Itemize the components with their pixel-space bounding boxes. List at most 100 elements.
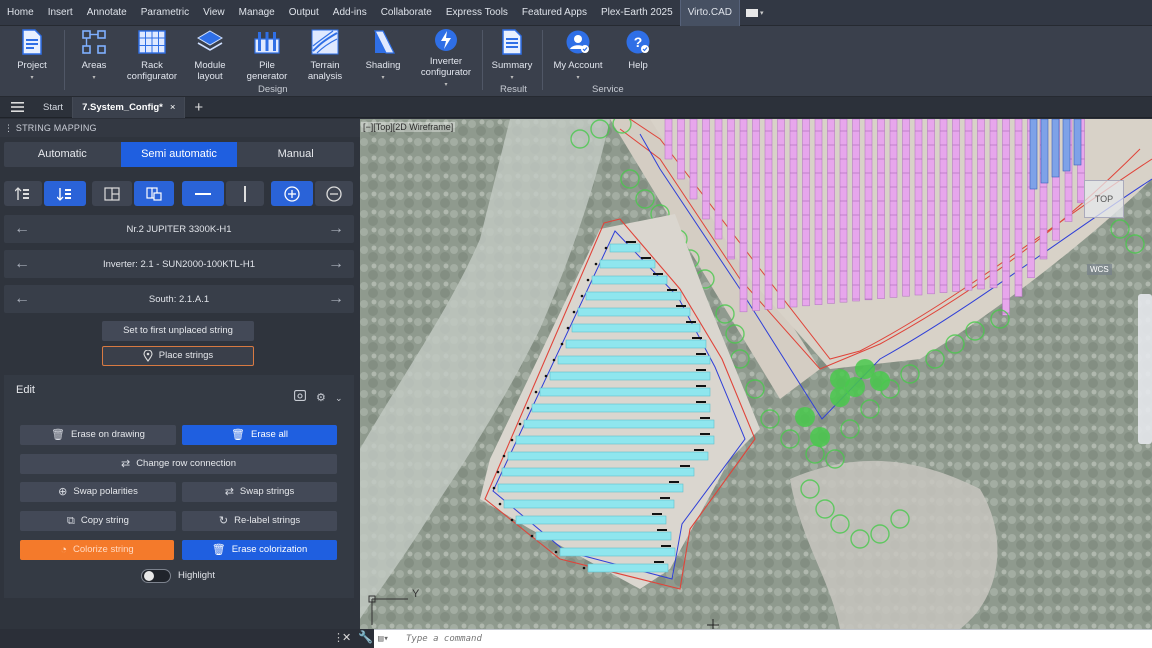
rack-configurator-button[interactable]: Rack configurator bbox=[122, 26, 182, 88]
menu-plex-earth[interactable]: Plex-Earth 2025 bbox=[594, 0, 680, 26]
inverter-configurator-button[interactable]: Inverter configurator ▾ bbox=[416, 26, 476, 88]
pink-module-strip bbox=[777, 119, 785, 309]
svg-text:?: ? bbox=[634, 34, 643, 50]
swap-polarities-button[interactable]: ⊕ Swap polarities bbox=[20, 482, 176, 502]
edit-title: Edit bbox=[16, 384, 35, 396]
viewport-label[interactable]: [−][Top][2D Wireframe] bbox=[361, 122, 456, 132]
relabel-strings-button[interactable]: ↻ Re-label strings bbox=[182, 511, 337, 531]
string-endpoint bbox=[544, 374, 548, 378]
string-endpoint bbox=[498, 502, 502, 506]
inverter-model-selector: ← Nr.2 JUPITER 3300K-H1 → bbox=[4, 215, 354, 243]
set-first-unplaced-string-button[interactable]: Set to first unplaced string bbox=[102, 321, 254, 341]
refresh-icon: ↻ bbox=[218, 515, 229, 527]
horizontal-orientation-button[interactable] bbox=[182, 181, 224, 206]
command-history-icon[interactable]: ▤▾ bbox=[378, 633, 402, 645]
my-account-button[interactable]: My Account ▾ bbox=[550, 26, 606, 88]
cyan-module-row bbox=[507, 451, 709, 461]
cyan-module-row bbox=[587, 563, 669, 573]
string-marker bbox=[696, 401, 706, 403]
close-icon[interactable]: × bbox=[170, 102, 176, 113]
module-layout-button[interactable]: Module layout bbox=[188, 26, 232, 88]
vertical-orientation-button[interactable] bbox=[226, 181, 264, 206]
add-button[interactable] bbox=[271, 181, 313, 206]
mode-semi-automatic[interactable]: Semi automatic bbox=[120, 142, 238, 167]
place-strings-button[interactable]: Place strings bbox=[102, 346, 254, 366]
command-line[interactable]: ▤▾ bbox=[374, 629, 1152, 648]
layout-columns-button[interactable] bbox=[134, 181, 174, 206]
mode-automatic[interactable]: Automatic bbox=[4, 142, 121, 167]
sort-ascending-button[interactable] bbox=[4, 181, 42, 206]
app-window: Home Insert Annotate Parametric View Man… bbox=[0, 0, 1152, 648]
chevron-down-icon: ▾ bbox=[576, 75, 580, 81]
menu-hamburger-icon[interactable] bbox=[0, 102, 34, 112]
cyan-module-row bbox=[501, 467, 695, 477]
menu-add-ins[interactable]: Add-ins bbox=[326, 0, 374, 26]
wrench-icon[interactable]: 🔧 bbox=[358, 630, 373, 644]
arrow-right-icon[interactable]: → bbox=[328, 221, 344, 237]
command-input[interactable] bbox=[406, 634, 1106, 644]
arrow-right-icon[interactable]: → bbox=[328, 291, 344, 307]
swap-strings-button[interactable]: ⇄ Swap strings bbox=[182, 482, 337, 502]
string-endpoint bbox=[510, 438, 514, 442]
workspace-dropdown[interactable]: ▾ bbox=[745, 7, 768, 19]
pink-module-strip bbox=[889, 119, 898, 298]
pink-module-strip bbox=[727, 119, 735, 260]
tab-system-config[interactable]: 7.System_Config* × bbox=[73, 96, 186, 118]
menu-collaborate[interactable]: Collaborate bbox=[374, 0, 439, 26]
arrow-left-icon[interactable]: ← bbox=[14, 221, 30, 237]
erase-all-button[interactable]: 🗑 Erase all bbox=[182, 425, 337, 445]
menu-home[interactable]: Home bbox=[0, 0, 41, 26]
pile-generator-button[interactable]: Pile generator bbox=[244, 26, 290, 88]
areas-button[interactable]: Areas ▾ bbox=[74, 26, 114, 88]
string-marker bbox=[657, 529, 667, 531]
cyan-module-row bbox=[503, 499, 675, 509]
horizontal-line-icon bbox=[195, 192, 211, 195]
new-tab-button[interactable]: + bbox=[185, 99, 212, 116]
layout-rows-button[interactable] bbox=[92, 181, 132, 206]
gear-icon[interactable]: ⚙ bbox=[316, 383, 326, 413]
mode-manual[interactable]: Manual bbox=[237, 142, 354, 167]
tab-start[interactable]: Start bbox=[34, 96, 74, 118]
erase-on-drawing-button[interactable]: 🗑 Erase on drawing bbox=[20, 425, 176, 445]
colorize-string-button[interactable]: ◔ Colorize string bbox=[20, 540, 174, 560]
viewport-scroll-handle[interactable] bbox=[1138, 294, 1152, 444]
cyan-module-row bbox=[565, 339, 707, 349]
menu-output[interactable]: Output bbox=[282, 0, 326, 26]
viewcube[interactable]: TOP bbox=[1084, 180, 1124, 218]
shading-button[interactable]: Shading ▾ bbox=[362, 26, 404, 88]
copy-string-button[interactable]: ⧉ Copy string bbox=[20, 511, 176, 531]
sort-descending-icon bbox=[57, 187, 71, 201]
terrain-analysis-button[interactable]: Terrain analysis bbox=[302, 26, 348, 88]
drawing-canvas[interactable]: Y bbox=[360, 119, 1152, 629]
module-layout-label: Module layout bbox=[194, 60, 226, 82]
summary-button[interactable]: Summary ▾ bbox=[490, 26, 534, 88]
arrow-left-icon[interactable]: ← bbox=[14, 256, 30, 272]
erase-colorization-button[interactable]: 🗑 Erase colorization bbox=[182, 540, 337, 560]
menu-parametric[interactable]: Parametric bbox=[134, 0, 196, 26]
sort-descending-button[interactable] bbox=[44, 181, 86, 206]
chevron-down-icon[interactable]: ⌄ bbox=[335, 383, 343, 413]
menu-express-tools[interactable]: Express Tools bbox=[439, 0, 515, 26]
menu-annotate[interactable]: Annotate bbox=[80, 0, 134, 26]
inverter-configurator-label: Inverter configurator bbox=[420, 56, 472, 78]
edit-header[interactable]: Edit ⚙ ⌄ bbox=[4, 375, 354, 405]
highlight-toggle[interactable] bbox=[141, 569, 171, 583]
menu-manage[interactable]: Manage bbox=[232, 0, 282, 26]
string-marker bbox=[686, 321, 696, 323]
arrow-right-icon[interactable]: → bbox=[328, 256, 344, 272]
menu-featured-apps[interactable]: Featured Apps bbox=[515, 0, 594, 26]
project-button[interactable]: Project ▾ bbox=[12, 26, 52, 88]
string-marker bbox=[692, 337, 702, 339]
save-icon[interactable] bbox=[294, 383, 306, 413]
menu-insert[interactable]: Insert bbox=[41, 0, 80, 26]
arrow-left-icon[interactable]: ← bbox=[14, 291, 30, 307]
remove-button[interactable] bbox=[315, 181, 353, 206]
help-button[interactable]: ? Help bbox=[620, 26, 656, 88]
wcs-badge[interactable]: WCS bbox=[1087, 264, 1112, 275]
close-icon[interactable]: ✕ bbox=[342, 631, 351, 644]
change-row-connection-button[interactable]: ⇄ Change row connection bbox=[20, 454, 337, 474]
menu-view[interactable]: View bbox=[196, 0, 232, 26]
tree-filled bbox=[830, 369, 850, 389]
string-endpoint bbox=[582, 566, 586, 570]
menu-virto-cad[interactable]: Virto.CAD bbox=[679, 0, 740, 26]
